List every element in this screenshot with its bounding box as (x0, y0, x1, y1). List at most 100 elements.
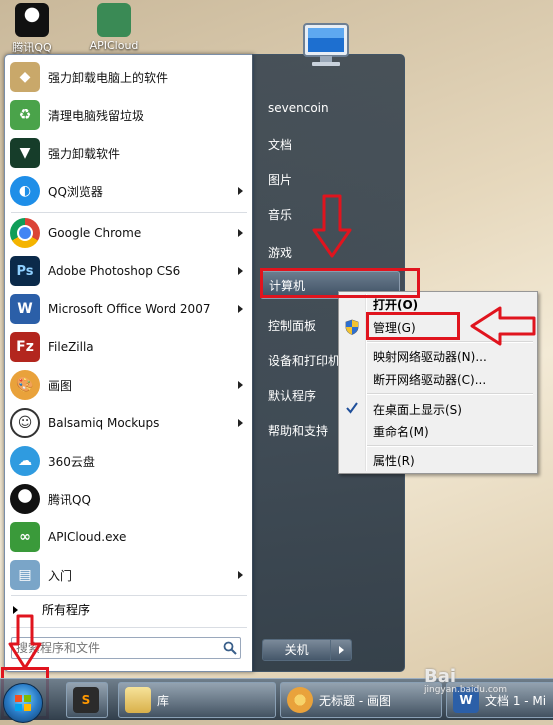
menu-item-properties[interactable]: 属性(R) (373, 452, 415, 469)
submenu-arrow-icon (238, 229, 243, 237)
recycle-icon: ♻ (10, 100, 40, 130)
apicloud-icon: ∞ (10, 522, 40, 552)
start-orb-button[interactable] (3, 683, 43, 723)
menu-item-open[interactable]: 打开(O) (373, 296, 418, 313)
menu-item-disconnect-drive[interactable]: 断开网络驱动器(C)... (373, 371, 486, 388)
program-label: Balsamiq Mockups (48, 416, 160, 430)
paint-icon (287, 687, 313, 713)
qq-penguin-icon (15, 3, 49, 37)
shield-icon: ▼ (10, 138, 40, 168)
place-documents[interactable]: 文档 (268, 136, 292, 153)
taskbar-button-paint[interactable]: 无标题 - 画图 (280, 682, 442, 718)
watermark-subtext: jingyan.baidu.com (424, 685, 508, 695)
desktop-icon-label: APICloud (89, 39, 139, 52)
desktop-icon-apicloud[interactable]: APICloud (84, 0, 144, 52)
photoshop-icon: Ps (10, 256, 40, 286)
search-box[interactable] (11, 637, 241, 659)
place-pictures[interactable]: 图片 (268, 171, 292, 188)
search-icon[interactable] (220, 638, 240, 658)
program-label: APICloud.exe (48, 530, 127, 544)
program-label: Google Chrome (48, 226, 142, 240)
computer-monitor-icon (303, 23, 349, 66)
annotation-box-computer (260, 268, 420, 298)
submenu-arrow-icon (238, 267, 243, 275)
filezilla-icon: Fz (10, 332, 40, 362)
getting-started-icon: ▤ (10, 560, 40, 590)
place-help-support[interactable]: 帮助和支持 (268, 422, 328, 439)
program-item[interactable]: ◆ 强力卸载电脑上的软件 (7, 59, 251, 95)
program-label: 清理电脑残留垃圾 (48, 108, 145, 123)
shutdown-button[interactable]: 关机 (263, 640, 331, 660)
taskbar-button-sublime[interactable]: S (66, 682, 108, 718)
program-label: Adobe Photoshop CS6 (48, 264, 181, 278)
program-item[interactable]: ☁ 360云盘 (7, 443, 251, 479)
balsamiq-icon: ☺ (10, 408, 40, 438)
sublime-text-icon: S (73, 687, 99, 713)
taskbar-button-library[interactable]: 库 (118, 682, 276, 718)
program-item[interactable]: W Microsoft Office Word 2007 (7, 291, 251, 327)
program-label: Microsoft Office Word 2007 (48, 302, 211, 316)
menu-item-map-drive[interactable]: 映射网络驱动器(N)... (373, 348, 487, 365)
program-item[interactable]: ☺ Balsamiq Mockups (7, 405, 251, 441)
windows-logo-icon (15, 695, 31, 711)
triangle-right-icon (13, 605, 18, 614)
chevron-right-icon (338, 646, 344, 654)
place-devices-printers[interactable]: 设备和打印机 (268, 352, 340, 369)
submenu-arrow-icon (238, 381, 243, 389)
submenu-arrow-icon (238, 187, 243, 195)
menu-separator (367, 393, 533, 395)
program-item[interactable]: ∞ APICloud.exe (7, 519, 251, 555)
program-item[interactable]: ▤ 入门 (7, 557, 251, 593)
place-games[interactable]: 游戏 (268, 244, 292, 261)
program-item[interactable]: 🎨 画图 (7, 367, 251, 403)
word-icon: W (10, 294, 40, 324)
place-default-programs[interactable]: 默认程序 (268, 387, 316, 404)
menu-item-show-on-desktop[interactable]: 在桌面上显示(S) (373, 401, 462, 418)
annotation-box-manage (366, 312, 460, 340)
baidu-watermark: Bai jingyan.baidu.com (424, 666, 507, 695)
place-control-panel[interactable]: 控制面板 (268, 317, 316, 334)
admin-shield-icon (345, 319, 359, 335)
program-item[interactable]: 腾讯QQ (7, 481, 251, 517)
qq-browser-icon: ◐ (10, 176, 40, 206)
all-programs-label: 所有程序 (42, 603, 91, 617)
taskbar-button-label: 无标题 - 画图 (319, 693, 391, 708)
program-item[interactable]: ▼ 强力卸载软件 (7, 135, 251, 171)
program-item[interactable]: ◐ QQ浏览器 (7, 173, 251, 209)
divider (11, 627, 247, 628)
place-user[interactable]: sevencoin (268, 101, 329, 115)
program-label: 360云盘 (48, 454, 95, 469)
chrome-icon (10, 218, 40, 248)
program-label: 强力卸载软件 (48, 146, 121, 161)
program-label: QQ浏览器 (48, 184, 103, 199)
search-input[interactable] (12, 641, 220, 655)
program-label: 画图 (48, 378, 73, 393)
desktop-icon-label: 腾讯QQ (12, 41, 52, 54)
apicloud-icon (97, 3, 131, 37)
arrow-left-icon (470, 306, 536, 346)
shutdown-options-button[interactable] (330, 640, 351, 660)
program-item[interactable]: Fz FileZilla (7, 329, 251, 365)
program-label: 腾讯QQ (48, 492, 91, 507)
paint-icon: 🎨 (10, 370, 40, 400)
desktop-icon-qq[interactable]: 腾讯QQ (2, 0, 62, 54)
divider (11, 212, 247, 213)
menu-separator (367, 445, 533, 447)
divider (11, 595, 247, 596)
arrow-down-icon (312, 194, 352, 258)
program-item[interactable]: Ps Adobe Photoshop CS6 (7, 253, 251, 289)
place-music[interactable]: 音乐 (268, 206, 292, 223)
program-label: 入门 (48, 568, 73, 583)
menu-item-rename[interactable]: 重命名(M) (373, 423, 429, 440)
cloud-icon: ☁ (10, 446, 40, 476)
taskbar-button-label: 库 (157, 693, 170, 708)
submenu-arrow-icon (238, 571, 243, 579)
library-folder-icon (125, 687, 151, 713)
program-item[interactable]: ♻ 清理电脑残留垃圾 (7, 97, 251, 133)
submenu-arrow-icon (238, 419, 243, 427)
start-menu-programs-pane: ◆ 强力卸载电脑上的软件 ♻ 清理电脑残留垃圾 ▼ 强力卸载软件 ◐ QQ浏览器… (4, 54, 254, 672)
program-item[interactable]: Google Chrome (7, 215, 251, 251)
watermark-text: Bai (424, 666, 457, 687)
submenu-arrow-icon (238, 305, 243, 313)
checkmark-icon (346, 402, 358, 414)
